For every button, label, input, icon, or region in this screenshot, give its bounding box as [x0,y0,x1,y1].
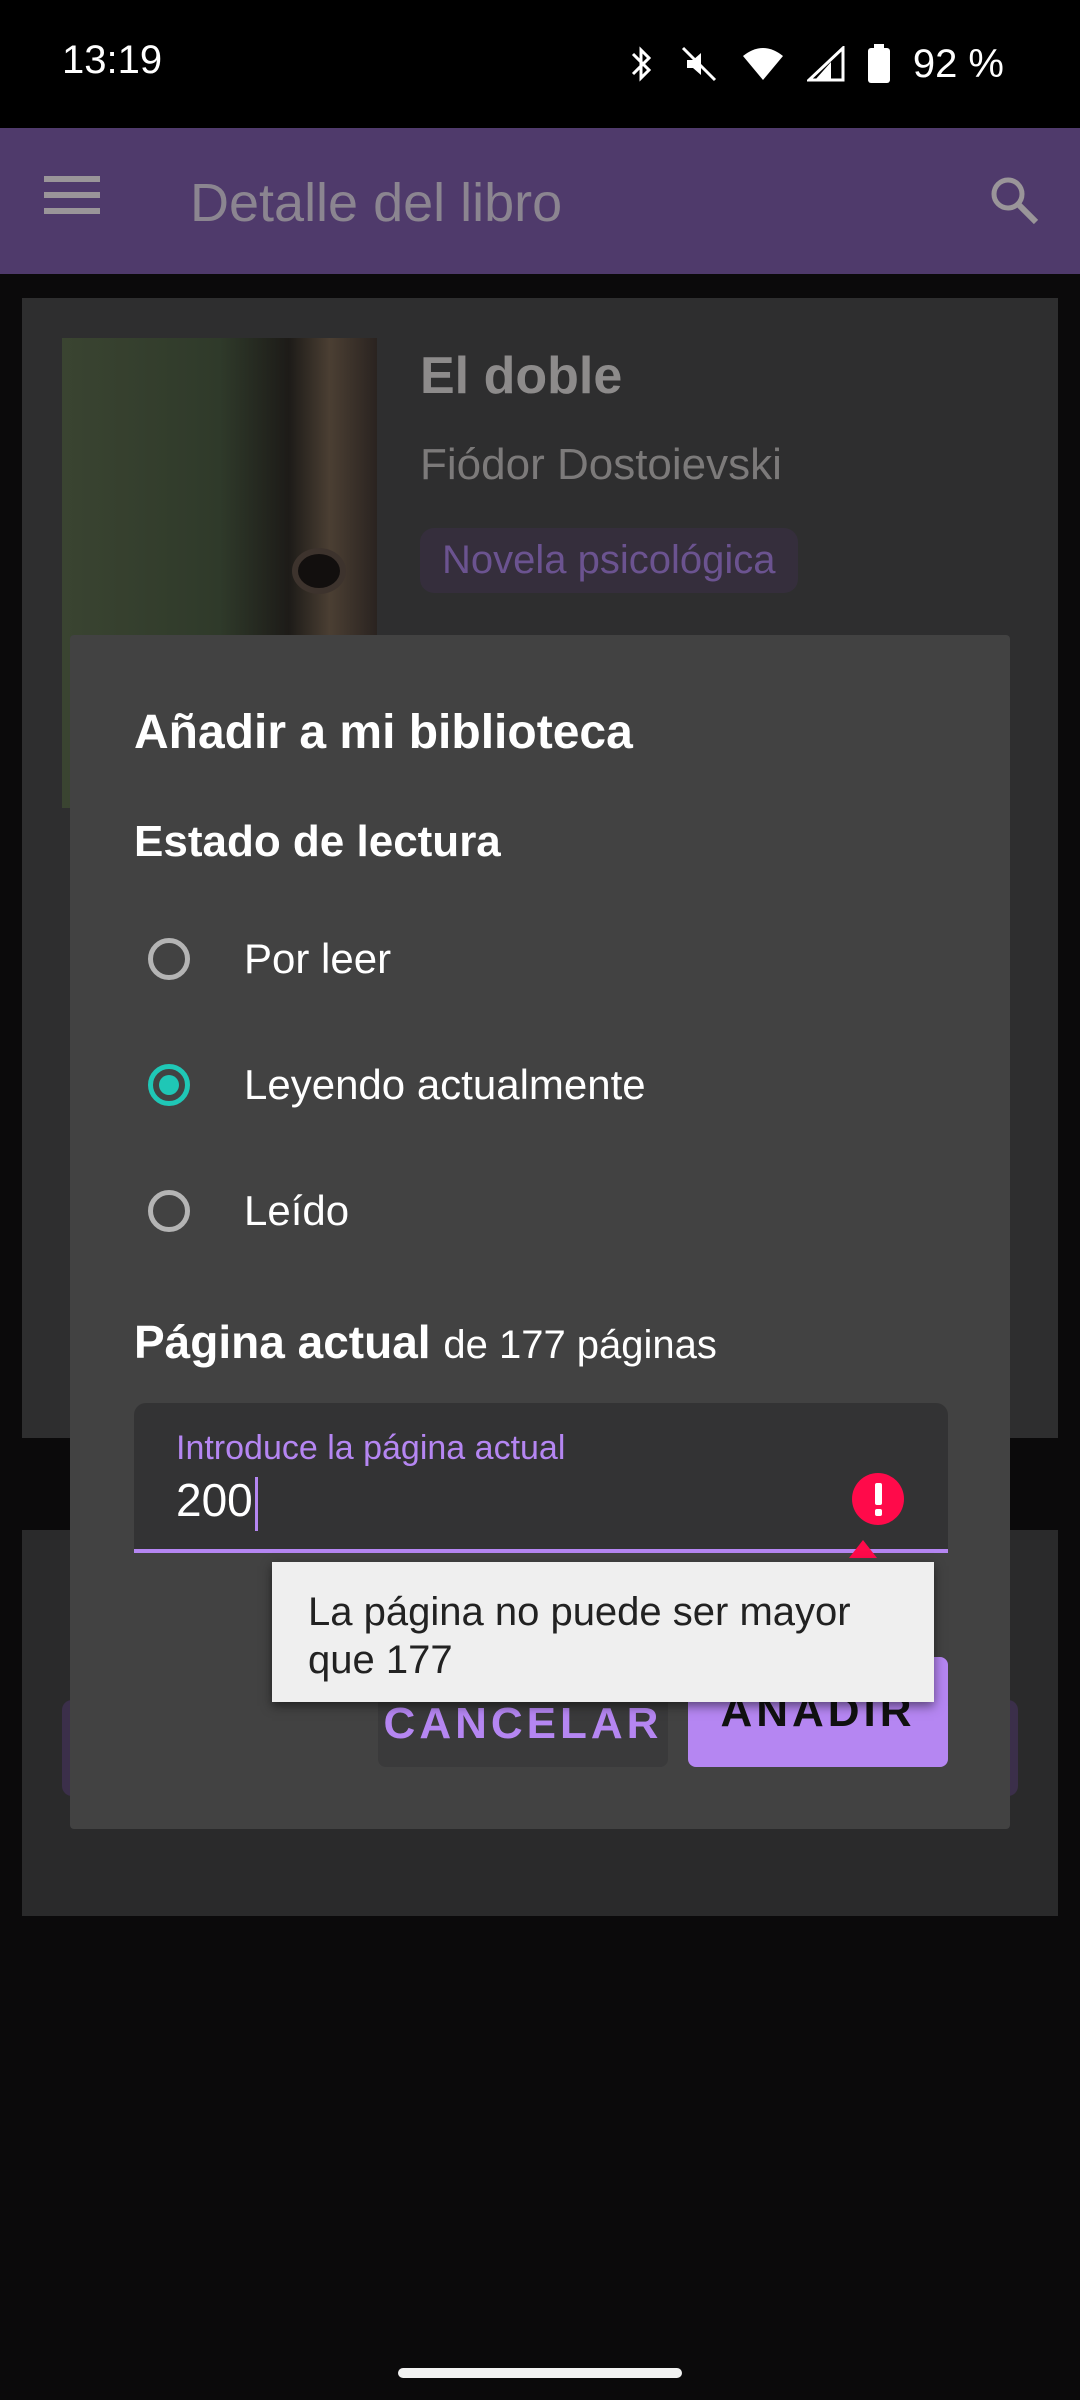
input-floating-label: Introduce la página actual [176,1429,566,1467]
app-bar: Detalle del libro [0,128,1080,274]
radio-option-por-leer[interactable]: Por leer [148,919,391,999]
status-icons: 92 % [627,36,1004,92]
input-value[interactable]: 200 [176,1473,258,1531]
radio-label: Por leer [244,935,392,982]
radio-label: Leído [244,1187,350,1234]
search-icon[interactable] [986,172,1042,228]
total-pages-text: de 177 páginas [443,1323,717,1367]
dialog-title: Añadir a mi biblioteca [134,706,633,759]
gesture-navigation-bar[interactable] [398,2368,682,2378]
wifi-icon [741,46,785,82]
status-time: 13:19 [62,38,163,82]
status-bar: 13:19 92 % [0,0,1080,128]
hamburger-menu-icon[interactable] [44,176,100,226]
radio-label: Leyendo actualmente [244,1061,646,1108]
bluetooth-icon [627,44,657,84]
radio-option-leyendo[interactable]: Leyendo actualmente [148,1045,646,1125]
book-author: Fiódor Dostoievski [420,440,782,489]
current-page-input[interactable]: Introduce la página actual 200 [134,1403,948,1553]
signal-icon [806,46,845,82]
current-page-label: Página actual [134,1316,431,1368]
book-title: El doble [420,347,623,405]
radio-option-leido[interactable]: Leído [148,1171,349,1251]
current-page-heading: Página actual de 177 páginas [134,1315,717,1369]
radio-checked-icon[interactable] [148,1064,190,1106]
error-tooltip: La página no puede ser mayor que 177 [272,1562,934,1702]
cover-eye-detail [292,548,346,594]
battery-icon [867,44,891,84]
genre-chip: Novela psicológica [420,528,798,593]
mute-icon [679,44,719,84]
error-pointer [849,1540,877,1558]
reading-status-label: Estado de lectura [134,817,501,866]
radio-unchecked-icon[interactable] [148,938,190,980]
text-caret [254,1476,258,1531]
app-bar-title: Detalle del libro [190,173,563,233]
radio-unchecked-icon[interactable] [148,1190,190,1232]
error-icon [852,1473,904,1525]
battery-level: 92 % [912,41,1004,86]
